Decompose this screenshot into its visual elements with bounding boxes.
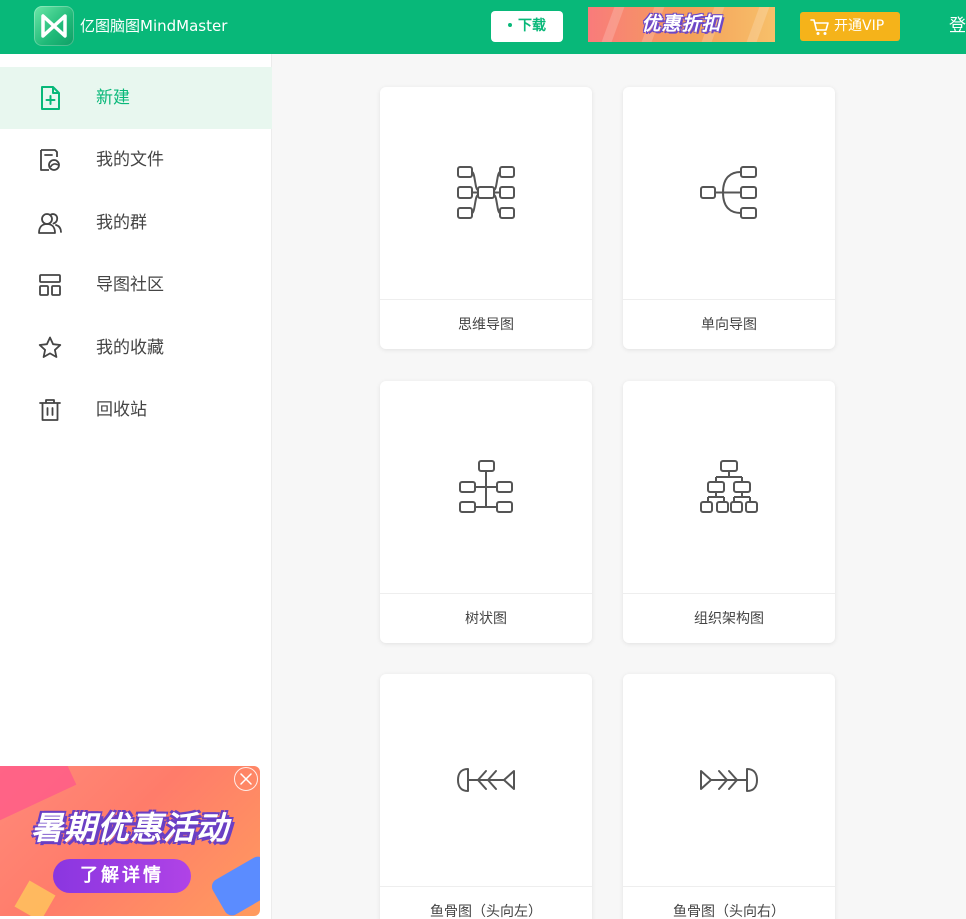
sidebar-item-label: 我的文件	[96, 150, 164, 170]
template-label: 鱼骨图（头向左）	[430, 904, 542, 919]
vip-label: 开通VIP	[834, 18, 885, 34]
one-way-map-icon	[700, 166, 757, 219]
dot-icon	[508, 22, 512, 27]
download-button[interactable]: 下载	[491, 11, 563, 42]
sidebar-item-trash[interactable]: 回收站	[0, 379, 272, 441]
promo-text: 优惠折扣	[641, 13, 722, 35]
template-card-one-way-map[interactable]: 单向导图	[623, 87, 835, 349]
template-label: 组织架构图	[694, 611, 764, 627]
mind-map-icon	[457, 166, 515, 219]
tree-chart-icon	[459, 460, 513, 513]
sidebar-item-community[interactable]: 导图社区	[0, 254, 272, 316]
template-card-tree-chart[interactable]: 树状图	[380, 381, 592, 643]
sidebar-item-label: 导图社区	[96, 275, 164, 295]
vip-button[interactable]: 开通VIP	[800, 12, 900, 41]
ad-learn-more-button[interactable]: 了解详情	[53, 859, 191, 893]
sidebar-item-favorites[interactable]: 我的收藏	[0, 317, 272, 379]
template-thumbnail	[623, 381, 835, 594]
org-chart-icon	[700, 460, 758, 513]
template-card-fishbone-left[interactable]: 鱼骨图（头向左）	[380, 674, 592, 919]
template-card-mind-map[interactable]: 思维导图	[380, 87, 592, 349]
template-thumbnail	[380, 87, 592, 300]
app-title: 亿图脑图MindMaster	[80, 17, 228, 35]
template-label: 树状图	[465, 611, 507, 627]
template-thumbnail	[380, 381, 592, 594]
top-bar: 亿图脑图MindMaster 下载 优惠折扣 开通VIP 登	[0, 0, 966, 54]
fishbone-left-icon	[457, 768, 515, 792]
sidebar-item-label: 我的收藏	[96, 338, 164, 358]
cart-icon	[810, 19, 829, 35]
template-card-fishbone-right[interactable]: 鱼骨图（头向右）	[623, 674, 835, 919]
sidebar-item-label: 回收站	[96, 400, 147, 420]
sidebar: 新建 我的文件 我的群 导图社区 我的收藏 回收站 暑期优惠活动 了解详情	[0, 54, 272, 919]
ad-title: 暑期优惠活动	[30, 809, 229, 847]
template-label: 思维导图	[458, 317, 514, 333]
group-icon	[38, 213, 62, 234]
template-thumbnail	[380, 674, 592, 887]
sidebar-item-label: 我的群	[96, 213, 147, 233]
template-card-org-chart[interactable]: 组织架构图	[623, 381, 835, 643]
ad-close-button[interactable]	[234, 767, 258, 791]
template-thumbnail	[623, 87, 835, 300]
community-icon	[39, 274, 61, 296]
mindmaster-logo-icon[interactable]	[34, 6, 74, 46]
sidebar-item-my-files[interactable]: 我的文件	[0, 129, 272, 191]
template-label: 单向导图	[701, 317, 757, 333]
download-label: 下载	[518, 18, 546, 34]
template-label: 鱼骨图（头向右）	[673, 904, 785, 919]
sidebar-item-new[interactable]: 新建	[0, 67, 272, 129]
new-file-icon	[41, 86, 60, 110]
login-link[interactable]: 登	[949, 14, 966, 38]
summer-promo-ad[interactable]: 暑期优惠活动 了解详情	[0, 766, 260, 916]
star-icon	[38, 336, 62, 358]
template-thumbnail	[623, 674, 835, 887]
fishbone-right-icon	[700, 768, 758, 792]
sidebar-item-my-groups[interactable]: 我的群	[0, 192, 272, 254]
sidebar-item-label: 新建	[96, 88, 130, 108]
discount-promo-banner[interactable]: 优惠折扣	[588, 7, 775, 42]
trash-icon	[39, 399, 61, 421]
my-files-icon	[40, 149, 60, 171]
close-icon	[240, 773, 252, 785]
